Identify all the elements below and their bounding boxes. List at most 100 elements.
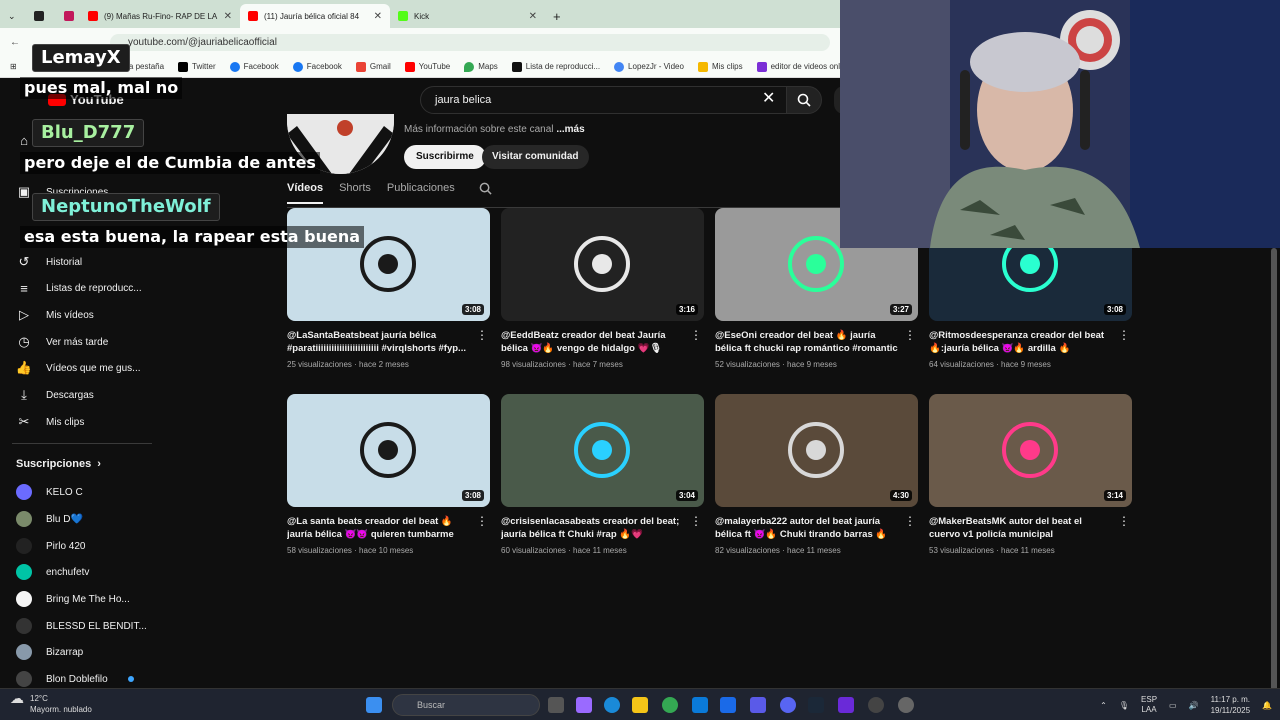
- notifications-icon[interactable]: 🔔: [1262, 701, 1272, 710]
- video-title[interactable]: @malayerba222 autor del beat jauría béli…: [715, 515, 900, 541]
- video-title[interactable]: @LaSantaBeatsbeat jauría bélica #paratii…: [287, 329, 472, 355]
- video-title[interactable]: @MakerBeatsMK autor del beat el cuervo v…: [929, 515, 1114, 541]
- search-icon[interactable]: [479, 182, 492, 204]
- chrome-icon[interactable]: [662, 697, 678, 713]
- tab-shorts[interactable]: Shorts: [339, 182, 371, 204]
- bookmark-item[interactable]: Facebook: [229, 61, 279, 72]
- video-card[interactable]: 4:30 @malayerba222 autor del beat jauría …: [715, 394, 918, 555]
- volume-icon[interactable]: 🔊: [1189, 701, 1199, 710]
- start-icon[interactable]: [366, 697, 382, 713]
- new-tab-button[interactable]: +: [545, 4, 575, 28]
- video-title[interactable]: @crisisenlacasabeats creador del beat; j…: [501, 515, 686, 541]
- more-options-icon[interactable]: ⋮: [476, 329, 488, 341]
- video-title[interactable]: @Ritmosdeesperanza creador del beat 🔥:ja…: [929, 329, 1114, 355]
- bookmark-item[interactable]: Mis clips: [697, 61, 743, 72]
- sidebar-item-my-videos[interactable]: ▷ Mis vídeos: [16, 305, 94, 325]
- more-options-icon[interactable]: ⋮: [476, 515, 488, 527]
- tab-pinned-1[interactable]: [26, 4, 56, 28]
- taskbar-search[interactable]: Buscar: [392, 694, 540, 716]
- teams-icon[interactable]: [750, 697, 766, 713]
- clock[interactable]: 11:17 p. m. 19/11/2025: [1211, 694, 1250, 716]
- video-title[interactable]: @EeddBeatz creador del beat Jauría bélic…: [501, 329, 686, 355]
- search-button[interactable]: [786, 86, 822, 114]
- subscription-item[interactable]: Blon Doblefilo: [16, 669, 134, 689]
- scrollbar[interactable]: [1271, 248, 1277, 718]
- settings-icon[interactable]: [898, 697, 914, 713]
- tab-videos[interactable]: Vídeos: [287, 182, 324, 204]
- sidebar-item-home[interactable]: ⌂: [16, 130, 32, 150]
- search-input[interactable]: jaura belica: [420, 86, 788, 114]
- video-title[interactable]: @La santa beats creador del beat 🔥 jaurí…: [287, 515, 472, 541]
- weather-widget[interactable]: ☁ 12°C Mayorm. nublado: [10, 691, 92, 715]
- bookmark-item[interactable]: Twitter: [178, 61, 216, 72]
- sidebar-item-liked[interactable]: 👍 Vídeos que me gus...: [16, 358, 141, 378]
- video-card[interactable]: 3:16 @EeddBeatz creador del beat Jauría b…: [501, 208, 704, 369]
- back-icon[interactable]: ←: [10, 37, 20, 48]
- video-title[interactable]: @EseOni creador del beat 🔥 jauría bélica…: [715, 329, 900, 355]
- steam-icon[interactable]: [808, 697, 824, 713]
- language-indicator[interactable]: ESP LAA: [1141, 695, 1157, 715]
- bookmark-item[interactable]: Lista de reproducci...: [511, 61, 600, 72]
- task-view-icon[interactable]: [548, 697, 564, 713]
- subscription-item[interactable]: Bizarrap: [16, 642, 83, 662]
- video-thumbnail[interactable]: 3:08: [287, 208, 490, 321]
- subscription-item[interactable]: KELO C: [16, 482, 83, 502]
- subscription-item[interactable]: Blu D💙: [16, 509, 83, 529]
- apps-icon[interactable]: ⊞: [10, 62, 17, 71]
- community-button[interactable]: Visitar comunidad: [482, 145, 589, 169]
- video-thumbnail[interactable]: 3:04: [501, 394, 704, 507]
- video-thumbnail[interactable]: 3:08: [287, 394, 490, 507]
- clear-search-button[interactable]: ✕: [762, 91, 775, 107]
- subscription-item[interactable]: Bring Me The Ho...: [16, 589, 130, 609]
- video-thumbnail[interactable]: 3:16: [501, 208, 704, 321]
- video-card[interactable]: 3:14 @MakerBeatsMK autor del beat el cuer…: [929, 394, 1132, 555]
- bookmark-item[interactable]: Maps: [464, 61, 498, 72]
- store-icon[interactable]: [692, 697, 708, 713]
- edge-icon[interactable]: [604, 697, 620, 713]
- tab-posts[interactable]: Publicaciones: [387, 182, 455, 204]
- chevron-up-icon[interactable]: ⌃: [1100, 701, 1107, 710]
- video-card[interactable]: 3:04 @crisisenlacasabeats creador del bea…: [501, 394, 704, 555]
- video-thumbnail[interactable]: 4:30: [715, 394, 918, 507]
- sidebar-item-playlists[interactable]: ≡ Listas de reproducc...: [16, 278, 141, 298]
- tab-rap[interactable]: (9) Mañas Ru-Fino- RAP DE LA ✕: [80, 4, 240, 28]
- microphone-icon[interactable]: 🎙: [1119, 701, 1129, 710]
- network-icon[interactable]: ▭: [1169, 701, 1177, 710]
- tab-jauria[interactable]: (11) Jauría bélica oficial 84 ✕: [240, 4, 390, 28]
- more-options-icon[interactable]: ⋮: [904, 329, 916, 341]
- obs-icon[interactable]: [838, 697, 854, 713]
- subscription-item[interactable]: enchufetv: [16, 562, 89, 582]
- close-icon[interactable]: ✕: [224, 11, 232, 22]
- subscription-item[interactable]: Pirlo 420: [16, 536, 85, 556]
- address-bar[interactable]: youtube.com/@jauriabelicaofficial: [110, 34, 830, 51]
- bookmark-item[interactable]: YouTube: [404, 61, 450, 72]
- file-explorer-icon[interactable]: [632, 697, 648, 713]
- more-options-icon[interactable]: ⋮: [690, 515, 702, 527]
- more-options-icon[interactable]: ⋮: [1118, 515, 1130, 527]
- more-options-icon[interactable]: ⋮: [1118, 329, 1130, 341]
- sidebar-item-history[interactable]: ↺ Historial: [16, 252, 83, 272]
- tab-kick[interactable]: Kick ✕: [390, 4, 545, 28]
- bookmark-item[interactable]: LopezJr - Video: [614, 61, 684, 72]
- subscribe-button[interactable]: Suscribirme: [404, 145, 486, 169]
- tab-list-button[interactable]: ⌄: [0, 4, 26, 28]
- video-card[interactable]: 3:08 @La santa beats creador del beat 🔥 j…: [287, 394, 490, 555]
- subscriptions-header[interactable]: Suscripciones ›: [16, 458, 101, 470]
- sidebar-item-watch-later[interactable]: ◷ Ver más tarde: [16, 332, 108, 352]
- bookmark-item[interactable]: editor de videos onl: [756, 61, 840, 72]
- discord-icon[interactable]: [780, 697, 796, 713]
- channel-more-info[interactable]: Más información sobre este canal ...más: [404, 124, 585, 135]
- subscription-item[interactable]: BLESSD EL BENDIT...: [16, 616, 147, 636]
- close-icon[interactable]: ✕: [529, 11, 537, 22]
- tab-pinned-2[interactable]: [56, 4, 80, 28]
- bookmark-item[interactable]: Facebook: [292, 61, 342, 72]
- copilot-icon[interactable]: [576, 697, 592, 713]
- bookmark-item[interactable]: Gmail: [355, 61, 391, 72]
- mail-icon[interactable]: [720, 697, 736, 713]
- more-options-icon[interactable]: ⋮: [690, 329, 702, 341]
- sidebar-item-clips[interactable]: ✂ Mis clips: [16, 412, 85, 432]
- close-icon[interactable]: ✕: [374, 11, 382, 22]
- video-thumbnail[interactable]: 3:14: [929, 394, 1132, 507]
- app-icon[interactable]: [868, 697, 884, 713]
- more-options-icon[interactable]: ⋮: [904, 515, 916, 527]
